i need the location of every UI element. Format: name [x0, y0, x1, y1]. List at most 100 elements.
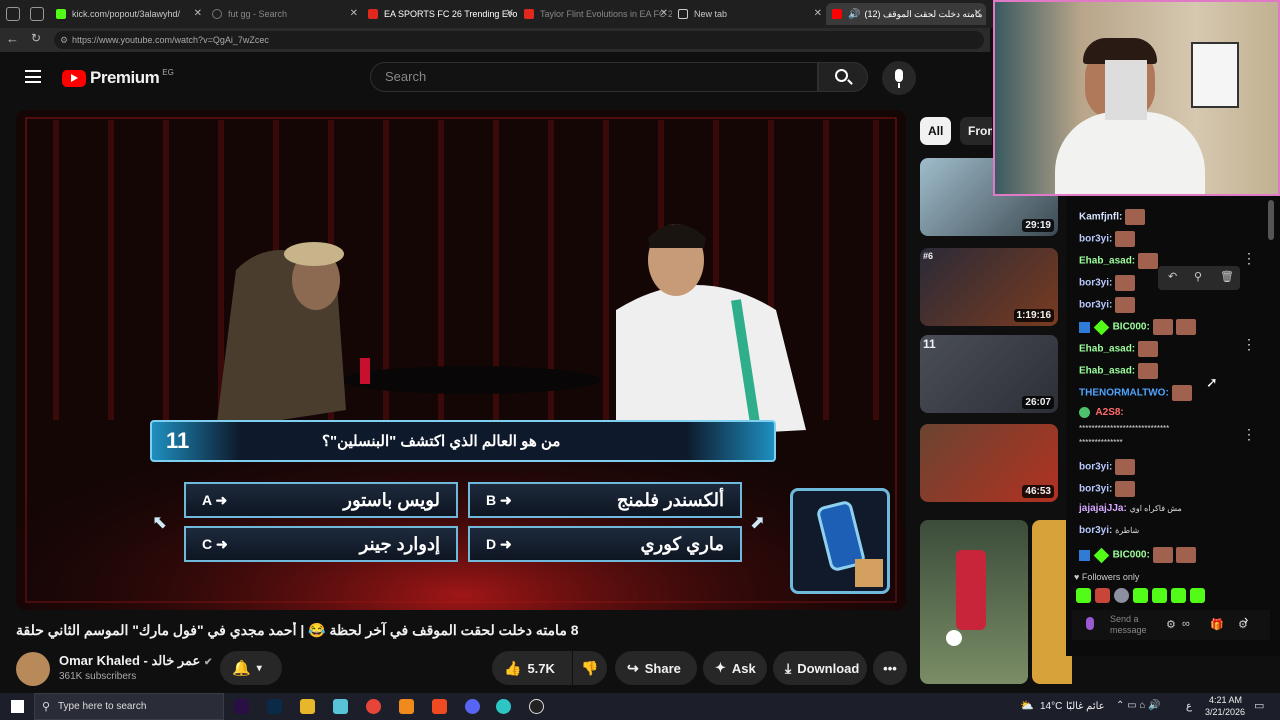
thumbs-up-icon: 👍	[504, 659, 522, 676]
edge-icon[interactable]	[496, 699, 511, 714]
more-vert-icon[interactable]: ⋮	[1242, 250, 1256, 267]
scrollbar[interactable]	[1268, 200, 1274, 240]
answer-text: لويس باستور	[343, 489, 440, 510]
input-language[interactable]: ع	[1186, 701, 1192, 712]
search-input[interactable]: Search	[370, 62, 818, 92]
download-icon: ⤓	[785, 659, 792, 676]
chat-message: bor3yi: شاطرة	[1079, 525, 1140, 536]
emote-icon[interactable]	[1095, 588, 1110, 603]
chat-spam-text: *****************************	[1079, 424, 1170, 433]
reply-icon[interactable]: ↶	[1168, 270, 1177, 283]
close-icon[interactable]: ✕	[974, 8, 982, 19]
brave-icon[interactable]	[432, 699, 447, 714]
notifications-icon[interactable]: ▭	[1254, 699, 1264, 712]
emote-icon[interactable]	[1114, 588, 1129, 603]
tab-youtube-active[interactable]: 🔊 (12) مامته دخلت لحقت الموقف ✕	[826, 3, 986, 25]
notepad-icon[interactable]	[333, 699, 348, 714]
speaker-icon[interactable]: 🔊	[848, 9, 860, 20]
chat-message: bor3yi:	[1079, 275, 1136, 291]
emote-icon[interactable]	[1133, 588, 1148, 603]
dislike-button[interactable]: 👎	[573, 651, 607, 685]
tab-new-tab[interactable]: New tab ✕	[672, 3, 826, 25]
discord-icon[interactable]	[465, 699, 480, 714]
emote-icon[interactable]	[1190, 588, 1205, 603]
tab-taylor-flint[interactable]: Taylor Flint Evolutions in EA FC 2 ✕	[518, 3, 672, 25]
menu-icon[interactable]	[25, 70, 41, 83]
close-icon[interactable]: ✕	[814, 8, 822, 19]
shorts-thumbnail[interactable]	[920, 520, 1028, 684]
youtube-logo[interactable]: Premium EG	[62, 68, 174, 88]
thumbs-down-icon: 👎	[581, 659, 599, 676]
premiere-icon[interactable]	[234, 699, 249, 714]
settings-icon[interactable]: ⚙	[1166, 618, 1176, 631]
emote-icon	[1175, 319, 1196, 335]
clock-time[interactable]: 4:21 AM	[1209, 695, 1242, 705]
close-icon[interactable]: ✕	[660, 8, 668, 19]
voice-search-button[interactable]	[882, 61, 916, 95]
related-video-thumbnail[interactable]: 46:53	[920, 424, 1058, 502]
related-video-thumbnail[interactable]: #6 1:19:16	[920, 248, 1058, 326]
video-title: 8 مامته دخلت لحقت الموقف في آخر لحظة 😂 |…	[16, 622, 579, 638]
url-field[interactable]: ⚙ https://www.youtube.com/watch?v=QgAi_7…	[54, 31, 984, 49]
chip-all[interactable]: All	[920, 117, 952, 145]
video-duration: 1:19:16	[1013, 309, 1054, 322]
download-label: Download	[797, 660, 860, 676]
emote-icon[interactable]	[1171, 588, 1186, 603]
close-icon[interactable]: ✕	[350, 8, 358, 19]
chat-message: jajajajJJa: مش فاكراه اوي	[1079, 503, 1182, 514]
tab-kick[interactable]: kick.com/popout/3alawyhd/ ✕	[50, 3, 206, 25]
notifications-button[interactable]: 🔔 ▾	[220, 651, 282, 685]
microphone-icon[interactable]	[1086, 617, 1094, 630]
chevron-down-icon: ▾	[256, 662, 262, 674]
more-actions-button[interactable]: •••	[873, 651, 907, 685]
logo-text: Premium	[90, 68, 160, 87]
channel-avatar[interactable]	[16, 652, 50, 686]
send-message-input[interactable]: Send a message	[1110, 614, 1160, 636]
related-video-thumbnail[interactable]: 11 26:07	[920, 335, 1058, 413]
sparkle-icon: ✦	[715, 660, 726, 675]
ea-favicon-icon	[368, 9, 378, 19]
workspaces-icon[interactable]	[30, 7, 44, 21]
site-info-icon[interactable]: ⚙	[60, 31, 68, 49]
more-vert-icon[interactable]: ⋮	[1242, 426, 1256, 443]
emote-icon	[1152, 547, 1173, 563]
episode-tag: 11	[923, 337, 936, 351]
gift-icon[interactable]: 🎁	[1210, 618, 1224, 631]
like-button[interactable]: 👍 5.7K	[492, 651, 572, 685]
reload-icon[interactable]: ↻	[31, 31, 41, 45]
download-button[interactable]: ⤓ Download	[773, 651, 867, 685]
system-tray-icons[interactable]: ⌃ ▭ ⌂ 🔊	[1116, 700, 1161, 711]
start-icon[interactable]	[11, 700, 24, 713]
ask-button[interactable]: ✦ Ask	[703, 651, 767, 685]
clock-date[interactable]: 3/21/2026	[1205, 707, 1245, 717]
channel-name[interactable]: Omar Khaled - عمر خالد ✔	[59, 653, 212, 669]
delete-icon[interactable]: 🗑	[1220, 270, 1234, 283]
pin-icon[interactable]: ⚲	[1194, 270, 1202, 283]
more-vert-icon[interactable]: ⋮	[1242, 336, 1256, 353]
file-explorer-icon[interactable]	[300, 699, 315, 714]
chip-from[interactable]: From	[960, 117, 992, 145]
tab-ea-fc-evolutions[interactable]: EA SPORTS FC 26 Trending Evolu ✕	[362, 3, 518, 25]
close-icon[interactable]: ✕	[506, 8, 514, 19]
tab-fut-search[interactable]: fut gg - Search ✕	[206, 3, 362, 25]
obs-icon[interactable]	[529, 699, 544, 714]
search-button[interactable]	[818, 62, 868, 92]
share-button[interactable]: ↪ Share	[615, 651, 697, 685]
chat-message: THENORMALTWO:	[1079, 385, 1192, 401]
tab-title: Taylor Flint Evolutions in EA FC 2	[540, 9, 672, 19]
taskbar-search[interactable]: ⚲ Type here to search	[34, 693, 224, 720]
emote-icon[interactable]	[1152, 588, 1167, 603]
emote-icon	[1125, 209, 1146, 225]
photoshop-icon[interactable]	[267, 699, 282, 714]
arrow-right-icon: ⬈	[750, 512, 766, 532]
vlc-icon[interactable]	[399, 699, 414, 714]
chat-input-row: Send a message ⚙ ∞ 🎁 ⚙	[1072, 610, 1270, 640]
chrome-icon[interactable]	[366, 699, 381, 714]
chevron-right-icon[interactable]: ›	[1244, 612, 1248, 627]
tab-actions-icon[interactable]	[6, 7, 20, 21]
link-icon[interactable]: ∞	[1182, 618, 1190, 630]
close-icon[interactable]: ✕	[194, 8, 202, 19]
back-icon[interactable]: ←	[6, 31, 19, 46]
emote-icon[interactable]	[1076, 588, 1091, 603]
video-player[interactable]: 11 من هو العالم الذي اكتشف "البنسلين"؟ A…	[16, 110, 906, 610]
